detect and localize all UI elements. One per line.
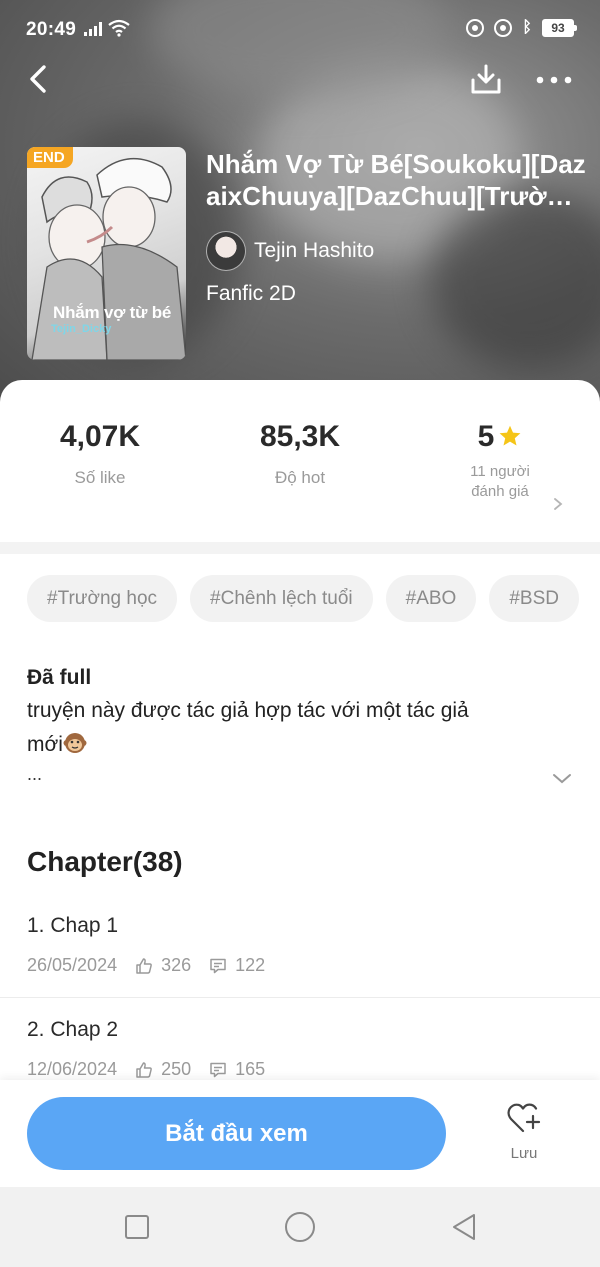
battery-indicator: 93	[542, 19, 577, 37]
chapter-comments: 122	[235, 955, 266, 975]
description-text-2: mới	[27, 733, 63, 756]
chapter-header[interactable]: Chapter(38)	[27, 846, 183, 878]
hot-value: 85,3K	[259, 420, 341, 453]
chapter-name: 1. Chap 1	[27, 914, 119, 937]
wifi-icon	[108, 19, 130, 37]
bluetooth-icon: ᛒ	[522, 19, 532, 36]
status-bar: 20:49 ᛒ 93	[0, 0, 600, 60]
home-button[interactable]	[285, 1212, 315, 1242]
alarm-icon	[466, 19, 485, 37]
tag-item[interactable]: #ABO	[385, 575, 477, 622]
status-time: 20:49	[26, 19, 77, 40]
save-button[interactable]: Lưu	[497, 1102, 551, 1162]
recents-button[interactable]	[125, 1215, 149, 1239]
end-badge: END	[27, 147, 73, 168]
book-header: 20:49 ᛒ 93 END Nhắm vợ từ bé Tejin_Dicky…	[0, 0, 600, 420]
save-label: Lưu	[510, 1145, 538, 1162]
like-icon	[136, 1061, 152, 1078]
rating-value: 5	[477, 420, 495, 453]
chapter-date: 12/06/2024	[27, 1059, 118, 1079]
heart-plus-icon	[507, 1103, 541, 1133]
monkey-emoji-icon	[63, 733, 87, 753]
comment-icon	[210, 958, 226, 973]
more-icon[interactable]	[534, 66, 574, 94]
action-bar: Bắt đầu xem Lưu	[0, 1080, 600, 1187]
description: Đã full truyện này được tác giả hợp tác …	[27, 664, 547, 784]
start-reading-button[interactable]: Bắt đầu xem	[27, 1097, 446, 1170]
rating-count-label-2: đánh giá	[471, 483, 529, 500]
tag-item[interactable]: #Trường học	[27, 575, 178, 622]
tag-item[interactable]: #Chênh lệch tuổi	[190, 575, 373, 622]
chapter-date: 26/05/2024	[27, 955, 118, 975]
stat-hot: 85,3K Độ hot	[200, 420, 400, 488]
chapter-likes: 326	[161, 955, 192, 975]
author-name[interactable]: Tejin Hashito	[254, 239, 374, 263]
description-status: Đã full	[27, 666, 92, 689]
comment-icon	[210, 1062, 226, 1077]
download-icon[interactable]	[468, 62, 504, 98]
likes-label: Số like	[74, 468, 126, 487]
cover-title: Nhắm vợ từ bé	[53, 303, 172, 322]
chapter-comments: 165	[235, 1059, 266, 1079]
chevron-right-icon[interactable]	[551, 496, 565, 512]
system-back-button[interactable]	[450, 1212, 478, 1242]
star-icon	[499, 425, 521, 446]
system-navigation	[0, 1187, 600, 1267]
description-text: truyện này được tác giả hợp tác với một …	[27, 699, 469, 722]
top-navigation	[0, 58, 600, 102]
cover-subtitle: Tejin_Dicky	[51, 323, 112, 335]
stat-likes: 4,07K Số like	[0, 420, 200, 488]
description-ellipsis: ...	[27, 764, 43, 784]
stats-row: 4,07K Số like 85,3K Độ hot 5 11 người đá…	[0, 420, 600, 530]
rating-count-label: 11 người	[470, 463, 530, 480]
book-cover[interactable]: END Nhắm vợ từ bé Tejin_Dicky	[27, 147, 186, 360]
book-title: Nhắm Vợ Từ Bé[Soukoku][DazaixChuuya][Daz…	[206, 149, 586, 211]
likes-value: 4,07K	[59, 420, 141, 453]
section-divider	[0, 542, 600, 554]
tag-list: #Trường học #Chênh lệch tuổi #ABO #BSD	[27, 575, 579, 622]
chevron-down-icon[interactable]	[551, 772, 573, 786]
chapter-row[interactable]: 1. Chap 1 26/05/2024 326 122	[0, 894, 600, 998]
tag-item[interactable]: #BSD	[489, 575, 579, 622]
author-avatar[interactable]	[206, 231, 246, 271]
vpn-icon	[494, 19, 513, 37]
like-icon	[136, 957, 152, 974]
chapter-name: 2. Chap 2	[27, 1018, 119, 1041]
hot-label: Độ hot	[274, 468, 326, 487]
back-icon[interactable]	[24, 64, 54, 94]
chapter-likes: 250	[161, 1059, 192, 1079]
author-row[interactable]: Tejin Hashito	[206, 231, 374, 271]
stat-rating[interactable]: 5 11 người đánh giá	[400, 420, 600, 502]
signal-icon	[84, 22, 102, 36]
book-category: Fanfic 2D	[206, 282, 296, 305]
